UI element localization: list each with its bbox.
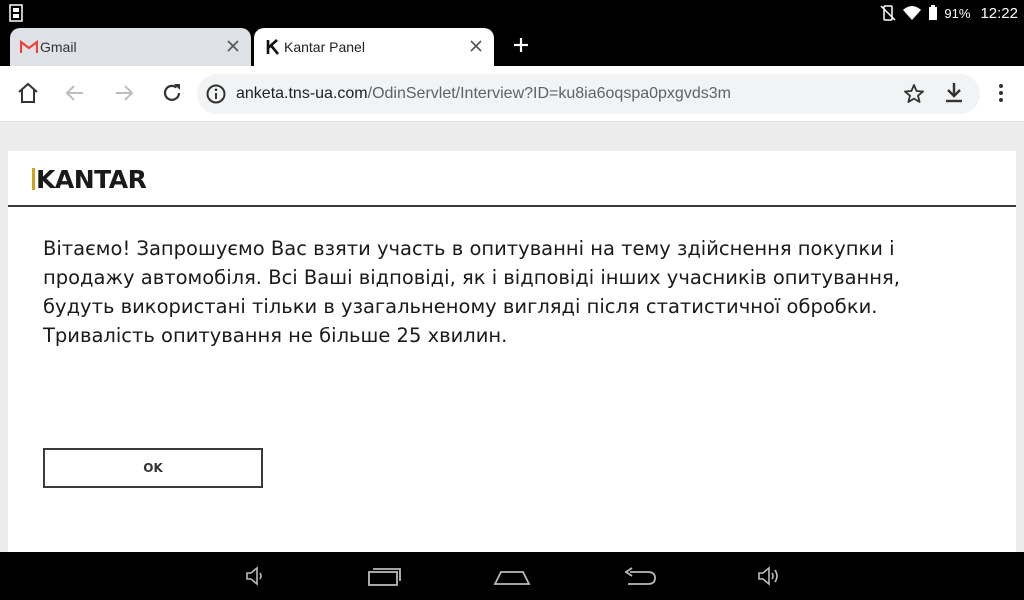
message-line: Вітаємо! Запрошуємо Вас взяти участь в о… — [43, 237, 895, 260]
browser-toolbar: anketa.tns-ua.com/OdinServlet/Interview?… — [0, 66, 1024, 122]
ok-button[interactable]: OK — [43, 448, 263, 488]
address-bar[interactable]: anketa.tns-ua.com/OdinServlet/Interview?… — [197, 74, 980, 114]
info-icon[interactable] — [205, 83, 227, 105]
tab-title: Kantar Panel — [284, 39, 365, 55]
close-tab-icon[interactable] — [225, 38, 241, 54]
url-path: /OdinServlet/Interview?ID=ku8ia6oqspa0px… — [367, 85, 731, 102]
url-host: anketa.tns-ua.com — [236, 85, 368, 102]
sd-card-icon — [9, 4, 23, 22]
download-icon[interactable] — [942, 80, 966, 106]
vibrate-off-icon — [880, 5, 896, 21]
brand-header: KANTAR — [8, 151, 1016, 207]
back-arrow-icon[interactable] — [62, 80, 88, 106]
battery-icon — [929, 5, 938, 20]
survey-card: KANTAR Вітаємо! Запрошуємо Вас взяти уча… — [8, 151, 1016, 552]
tab-title: Gmail — [40, 39, 77, 55]
wifi-icon — [903, 6, 922, 20]
url-text[interactable]: anketa.tns-ua.com/OdinServlet/Interview?… — [236, 85, 731, 103]
kantar-k-icon — [266, 39, 280, 55]
reload-icon[interactable] — [159, 80, 185, 106]
home-icon[interactable] — [15, 80, 41, 106]
more-options-icon[interactable] — [990, 80, 1012, 106]
message-line: будуть використані тільки в узагальненом… — [43, 295, 878, 318]
volume-up-icon[interactable] — [756, 564, 780, 588]
tab-kantar-panel[interactable]: Kantar Panel — [254, 28, 494, 66]
new-tab-icon[interactable] — [510, 34, 532, 56]
clock: 12:22 — [980, 4, 1018, 22]
home-nav-icon[interactable] — [493, 564, 531, 588]
bookmark-star-icon[interactable] — [903, 83, 925, 105]
battery-level: 91% — [944, 5, 971, 21]
kantar-logo: KANTAR — [32, 165, 147, 194]
recent-apps-icon[interactable] — [367, 564, 403, 588]
web-page: KANTAR Вітаємо! Запрошуємо Вас взяти уча… — [0, 122, 1024, 552]
logo-text: KANTAR — [36, 165, 147, 194]
message-line: Тривалість опитування не більше 25 хвили… — [43, 324, 508, 347]
forward-arrow-icon[interactable] — [111, 80, 137, 106]
volume-down-icon[interactable] — [244, 564, 266, 588]
tab-strip: Gmail Kantar Panel — [0, 26, 1024, 66]
survey-invitation-text: Вітаємо! Запрошуємо Вас взяти участь в о… — [43, 234, 943, 350]
android-nav-bar — [0, 552, 1024, 600]
status-bar: 91% 12:22 — [0, 0, 1024, 26]
message-line: продажу автомобіля. Всі Ваші відповіді, … — [43, 266, 900, 289]
back-nav-icon[interactable] — [622, 564, 658, 588]
tab-gmail[interactable]: Gmail — [10, 28, 251, 66]
logo-accent-bar — [32, 168, 35, 190]
close-tab-icon[interactable] — [468, 38, 484, 54]
gmail-icon — [20, 39, 38, 53]
